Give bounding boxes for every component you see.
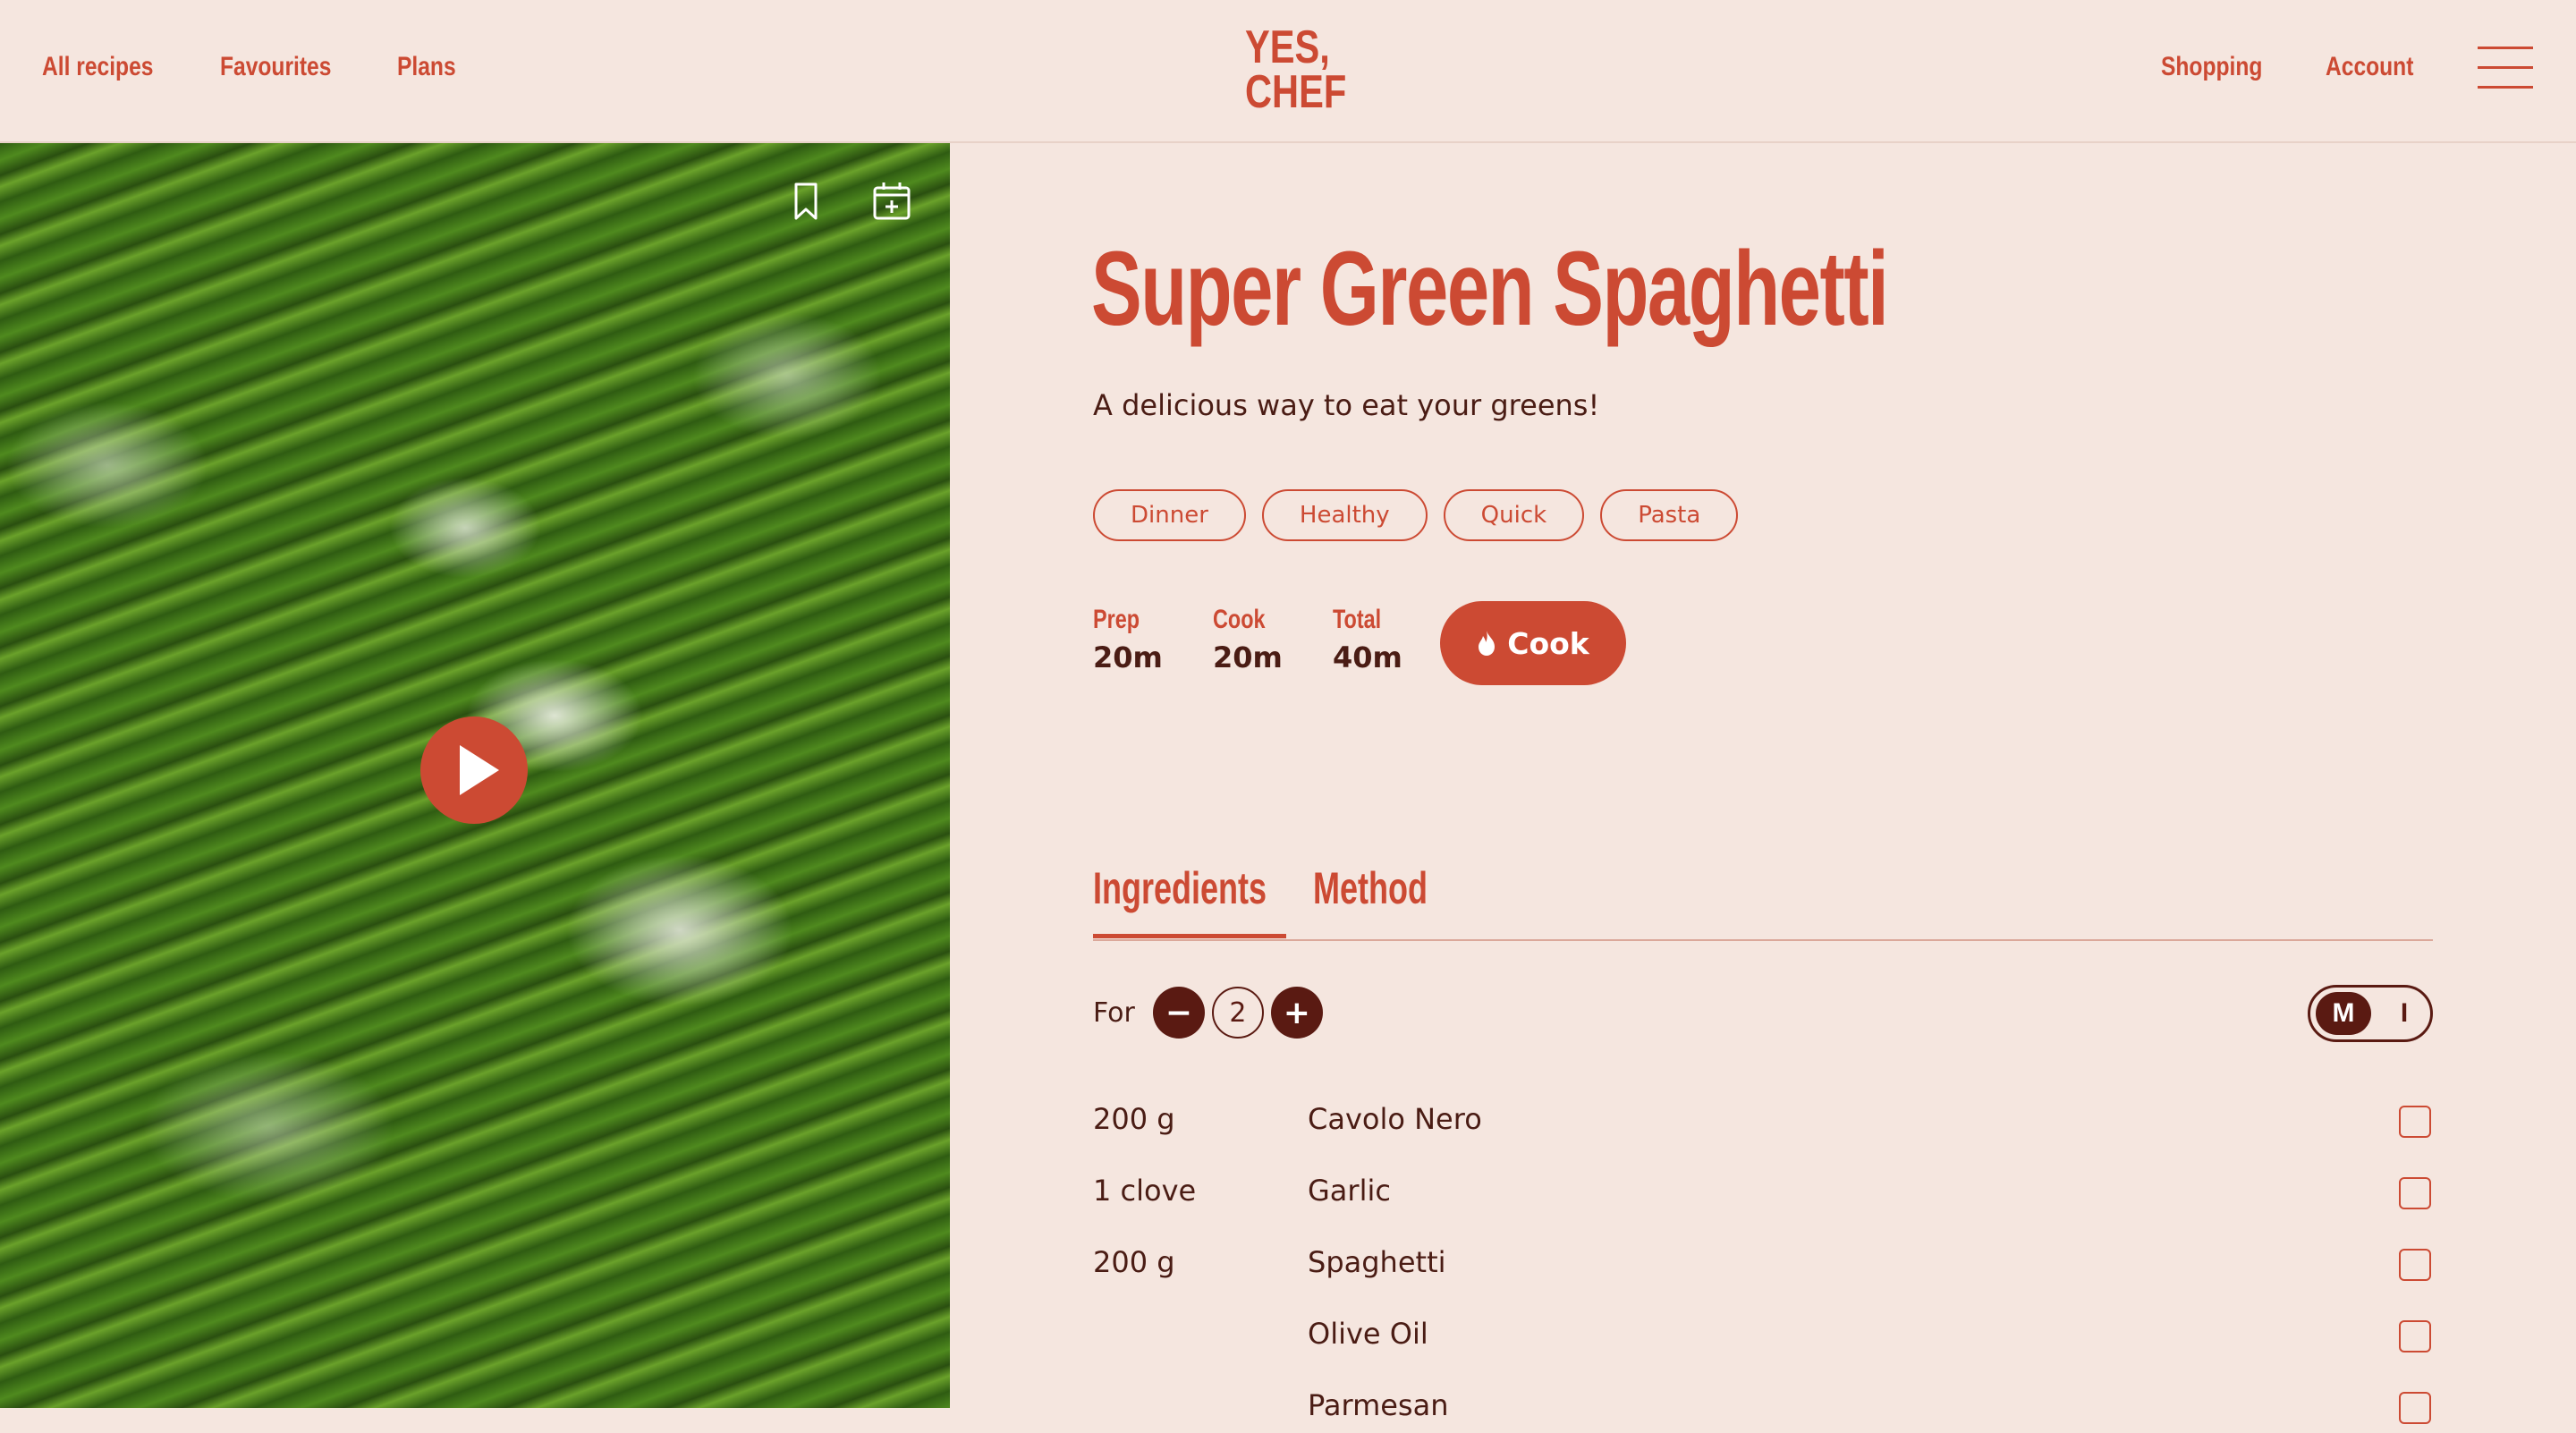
tab-method[interactable]: Method — [1313, 862, 1428, 914]
cook-time-value: 20m — [1213, 640, 1283, 674]
menu-icon[interactable] — [2478, 47, 2533, 91]
prep-time-label: Prep — [1093, 605, 1140, 634]
nav-plans[interactable]: Plans — [397, 52, 456, 82]
nav-account[interactable]: Account — [2326, 52, 2413, 82]
bookmark-icon[interactable] — [784, 179, 828, 224]
ingredient-row: 200 g Cavolo Nero — [1093, 1093, 2433, 1147]
logo-line-2: CHEF — [1245, 66, 1347, 118]
servings-label: For — [1093, 996, 1135, 1029]
increase-servings-button[interactable]: + — [1270, 987, 1323, 1039]
ingredient-checkbox[interactable] — [2399, 1106, 2431, 1138]
top-header: All recipes Favourites Plans YES, CHEF S… — [0, 0, 2576, 143]
tag-healthy[interactable]: Healthy — [1261, 489, 1428, 541]
cook-button-label: Cook — [1507, 625, 1589, 661]
nav-favourites[interactable]: Favourites — [220, 52, 331, 82]
recipe-image — [0, 143, 950, 1408]
unit-metric-option[interactable]: M — [2316, 992, 2371, 1035]
ingredient-quantity: 200 g — [1093, 1102, 1175, 1136]
nav-shopping[interactable]: Shopping — [2161, 52, 2262, 82]
servings-count: 2 — [1211, 987, 1264, 1039]
servings-control: For − 2 + — [1093, 986, 1323, 1039]
ingredient-name: Parmesan — [1308, 1388, 1449, 1422]
ingredient-checkbox[interactable] — [2399, 1320, 2431, 1352]
ingredient-row: 200 g Spaghetti — [1093, 1236, 2433, 1290]
ingredient-checkbox[interactable] — [2399, 1177, 2431, 1209]
ingredient-checkbox[interactable] — [2399, 1249, 2431, 1281]
tag-list: Dinner Healthy Quick Pasta — [1093, 489, 1739, 541]
ingredient-checkbox[interactable] — [2399, 1392, 2431, 1424]
ingredient-name: Garlic — [1308, 1174, 1391, 1208]
unit-toggle[interactable]: M I — [2308, 985, 2433, 1042]
prep-time: Prep 20m — [1093, 605, 1163, 674]
flame-icon — [1479, 631, 1496, 656]
ingredient-row: Olive Oil — [1093, 1308, 2433, 1361]
logo-line-1: YES, — [1245, 21, 1330, 73]
play-icon[interactable] — [420, 716, 528, 824]
recipe-description: A delicious way to eat your greens! — [1093, 388, 1600, 422]
nav-all-recipes[interactable]: All recipes — [42, 52, 153, 82]
ingredient-name: Cavolo Nero — [1308, 1102, 1482, 1136]
logo[interactable]: YES, CHEF — [1245, 21, 1347, 118]
ingredient-name: Spaghetti — [1308, 1245, 1446, 1279]
active-tab-indicator — [1093, 934, 1286, 938]
tab-ingredients[interactable]: Ingredients — [1093, 862, 1267, 914]
recipe-tabs: Ingredients Method — [1093, 859, 2433, 941]
ingredient-name: Olive Oil — [1308, 1317, 1428, 1351]
unit-imperial-option[interactable]: I — [2384, 992, 2425, 1035]
ingredient-row: 1 clove Garlic — [1093, 1165, 2433, 1218]
cook-button[interactable]: Cook — [1440, 601, 1626, 685]
ingredient-quantity: 200 g — [1093, 1245, 1175, 1279]
cook-time: Cook 20m — [1213, 605, 1283, 674]
tag-dinner[interactable]: Dinner — [1093, 489, 1246, 541]
prep-time-value: 20m — [1093, 640, 1163, 674]
total-time-value: 40m — [1333, 640, 1402, 674]
total-time-label: Total — [1333, 605, 1382, 634]
calendar-add-icon[interactable] — [869, 179, 914, 224]
recipe-title: Super Green Spaghetti — [1091, 230, 1889, 348]
ingredient-quantity: 1 clove — [1093, 1174, 1197, 1208]
decrease-servings-button[interactable]: − — [1152, 987, 1205, 1039]
cook-time-label: Cook — [1213, 605, 1266, 634]
ingredient-row: Parmesan — [1093, 1379, 2433, 1433]
total-time: Total 40m — [1333, 605, 1402, 674]
tag-pasta[interactable]: Pasta — [1600, 489, 1739, 541]
tag-quick[interactable]: Quick — [1443, 489, 1585, 541]
